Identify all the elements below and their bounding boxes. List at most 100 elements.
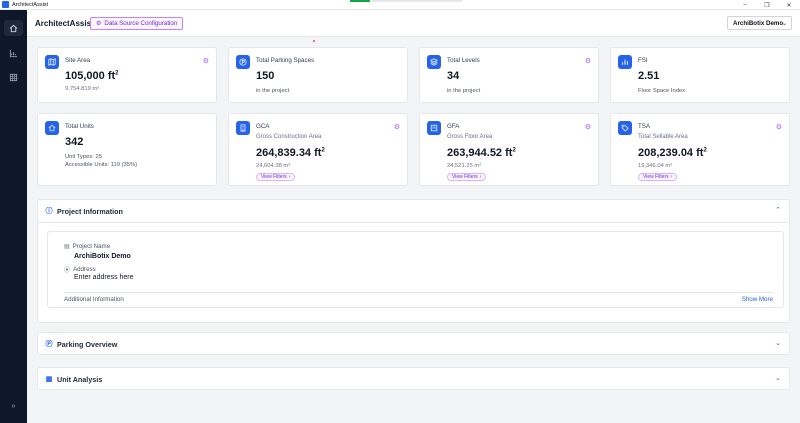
parking-icon <box>236 55 250 69</box>
maximize-button[interactable]: ❐ <box>756 0 778 10</box>
card-label: Total Units <box>65 123 94 130</box>
expand-rail-button[interactable]: » <box>4 398 23 414</box>
minimize-button[interactable]: – <box>734 0 756 10</box>
building-icon <box>236 121 250 135</box>
card-label: GFA <box>447 123 460 130</box>
double-chevron-right-icon: » <box>11 402 16 410</box>
project-name-value: ArchiBotix Demo <box>74 253 131 260</box>
titlebar-tab-indicator-2 <box>372 0 462 2</box>
card-value: 342 <box>65 136 84 148</box>
project-select-value: ArchiBotix Demo <box>733 19 784 27</box>
view-filters-button[interactable]: View Filters › <box>447 173 487 181</box>
card-settings-icon[interactable]: ⚙ <box>776 123 782 131</box>
card-tsa: TSA Total Sellable Area ⚙ 208,239.04 ft2… <box>610 113 790 186</box>
window-titlebar: ArchitectAssist – ❐ ✕ <box>0 0 800 10</box>
chevron-right-icon: › <box>670 174 673 180</box>
nav-home[interactable] <box>4 20 23 36</box>
app-header: ArchitectAssist ⚙ Data Source Configurat… <box>27 10 800 37</box>
card-settings-icon[interactable]: ⚙ <box>394 123 400 131</box>
card-settings-icon[interactable]: ⚙ <box>585 57 591 65</box>
card-label: Total Levels <box>447 57 480 64</box>
card-label: GCA <box>256 123 270 130</box>
divider <box>38 222 789 223</box>
map-icon <box>45 55 59 69</box>
layers-icon <box>427 55 441 69</box>
card-note: in the project <box>256 88 290 94</box>
card-note: 19,346.04 m² <box>638 163 673 169</box>
card-label: Total Parking Spaces <box>256 57 315 64</box>
document-icon: ▤ <box>64 244 70 250</box>
chevron-down-icon: ⌄ <box>781 21 787 27</box>
show-more-link[interactable]: Show More <box>742 296 773 303</box>
app-icon <box>2 1 9 8</box>
card-settings-icon[interactable]: ⚙ <box>585 123 591 131</box>
panel-title: Unit Analysis <box>57 374 103 384</box>
panel-title: Parking Overview <box>57 339 118 349</box>
card-value: 150 <box>256 70 275 82</box>
address-value[interactable]: Enter address here <box>74 274 134 281</box>
card-label: Site Area <box>65 57 91 64</box>
panel-unit-analysis[interactable]: ▦ Unit Analysis ⌄ <box>37 367 790 390</box>
app-title: ArchitectAssist <box>35 19 94 28</box>
card-site-area: Site Area ⚙ 105,000 ft2 9,754.819 m² <box>37 47 217 103</box>
card-note: 24,604.38 m² <box>256 163 291 169</box>
window-title: ArchitectAssist <box>12 1 49 8</box>
panel-header[interactable]: ⓘ Project Information <box>45 200 123 222</box>
card-sub: Total Sellable Area <box>638 134 688 140</box>
card-value: 263,944.52 ft2 <box>447 147 516 159</box>
data-source-config-label: Data Source Configuration <box>104 20 178 27</box>
titlebar-tab-indicator <box>350 0 370 2</box>
status-dot <box>313 40 315 42</box>
card-sub: Gross Construction Area <box>256 134 322 140</box>
chart-icon <box>618 55 632 69</box>
chevron-down-icon[interactable]: ⌄ <box>775 374 781 382</box>
chevron-down-icon[interactable]: ⌄ <box>775 339 781 347</box>
card-value: 105,000 ft2 <box>65 70 119 82</box>
card-note: 24,521.25 m² <box>447 163 482 169</box>
gear-icon: ⚙ <box>96 21 102 27</box>
location-pin-icon: ⦿ <box>64 268 71 274</box>
data-source-config-button[interactable]: ⚙ Data Source Configuration <box>90 17 184 30</box>
card-note: in the project <box>447 88 481 94</box>
panel-header[interactable]: Ⓟ Parking Overview <box>45 333 118 355</box>
panel-parking-overview[interactable]: Ⓟ Parking Overview ⌄ <box>37 332 790 355</box>
additional-info-label: Additional Information <box>64 296 124 303</box>
view-filters-button[interactable]: View Filters › <box>256 173 296 181</box>
card-label: TSA <box>638 123 651 130</box>
bar-chart-icon <box>9 49 18 57</box>
chevron-right-icon: › <box>288 174 291 180</box>
card-note-unit-types: Unit Types: 25 <box>65 154 102 160</box>
card-value: 2.51 <box>638 70 660 82</box>
project-select[interactable]: ArchiBotix Demo ⌄ <box>727 16 792 30</box>
view-filters-button[interactable]: View Filters › <box>638 173 678 181</box>
side-rail: » <box>0 10 27 423</box>
card-label: FSI <box>638 57 648 64</box>
panel-project-information: ⓘ Project Information ⌃ ▤ Project Name Ar… <box>37 199 790 323</box>
parking-icon: Ⓟ <box>45 341 53 348</box>
card-parking: Total Parking Spaces 150 in the project <box>228 47 408 103</box>
chevron-right-icon: › <box>479 174 482 180</box>
grid-icon <box>9 73 18 81</box>
chevron-up-icon[interactable]: ⌃ <box>775 206 781 214</box>
card-note: Floor Space Index <box>638 88 686 94</box>
close-button[interactable]: ✕ <box>778 0 800 10</box>
nav-analytics[interactable] <box>4 45 23 61</box>
panel-header[interactable]: ▦ Unit Analysis <box>45 368 103 390</box>
grid-icon: ▦ <box>45 376 53 383</box>
nav-grid[interactable] <box>4 69 23 85</box>
card-note-accessible: Accessible Units: 119 (35%) <box>65 162 138 168</box>
panel-title: Project Information <box>57 206 123 216</box>
floor-icon <box>427 121 441 135</box>
tag-icon <box>618 121 632 135</box>
card-value: 208,239.04 ft2 <box>638 147 707 159</box>
card-gca: GCA Gross Construction Area ⚙ 264,839.34… <box>228 113 408 186</box>
project-name-label: ▤ Project Name <box>64 243 111 250</box>
card-settings-icon[interactable]: ⚙ <box>203 57 209 65</box>
project-info-box: ▤ Project Name ArchiBotix Demo ⦿ Address E… <box>47 231 784 308</box>
divider <box>64 292 773 293</box>
card-levels: Total Levels ⚙ 34 in the project <box>419 47 599 103</box>
home-icon <box>9 24 18 32</box>
card-value: 264,839.34 ft2 <box>256 147 325 159</box>
card-gfa: GFA Gross Floor Area ⚙ 263,944.52 ft2 24… <box>419 113 599 186</box>
card-value: 34 <box>447 70 460 82</box>
